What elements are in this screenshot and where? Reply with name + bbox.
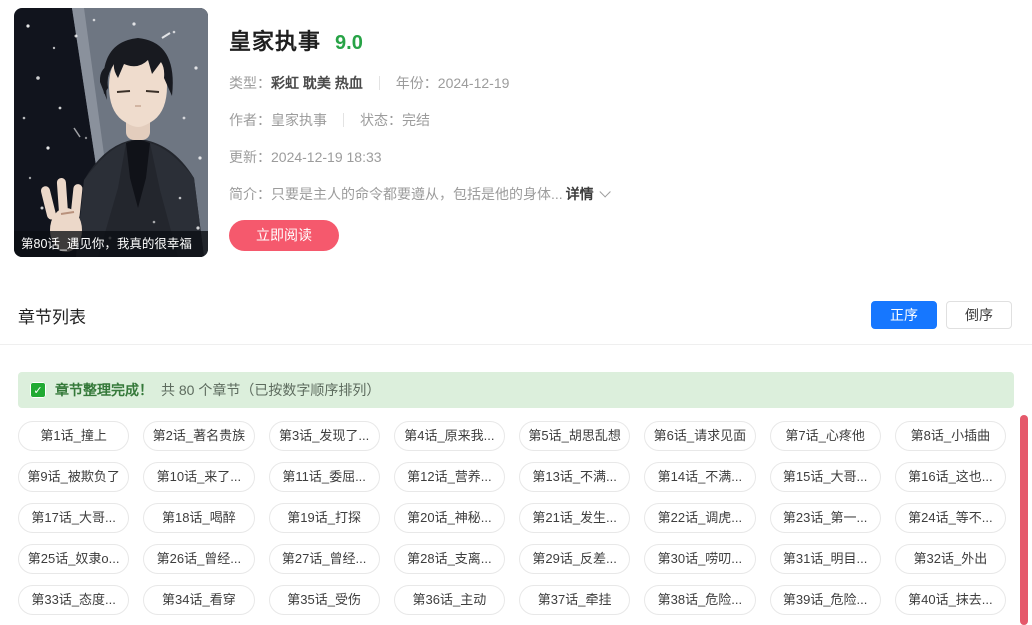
chapter-grid: 第1话_撞上 第2话_著名贵族 第3话_发现了... 第4话_原来我... 第5…	[18, 421, 1006, 615]
chapter-link[interactable]: 第21话_发生...	[519, 503, 630, 533]
meta-row-author-status: 作者： 皇家执事 状态： 完结	[229, 110, 607, 130]
chapter-link[interactable]: 第28话_支离...	[394, 544, 505, 574]
cover-art-illustration	[14, 8, 208, 257]
type-value[interactable]: 彩虹 耽美 热血	[271, 73, 363, 93]
chevron-down-icon[interactable]	[599, 186, 610, 197]
chapter-link[interactable]: 第3话_发现了...	[269, 421, 380, 451]
chapter-link[interactable]: 第14话_不满...	[644, 462, 755, 492]
chapter-link[interactable]: 第7话_心疼他	[770, 421, 881, 451]
chapter-link[interactable]: 第34话_看穿	[143, 585, 254, 615]
update-value: 2024-12-19 18:33	[271, 149, 382, 165]
chapter-link[interactable]: 第37话_牵挂	[519, 585, 630, 615]
sort-ascending-button[interactable]: 正序	[871, 301, 937, 329]
update-label: 更新：	[229, 147, 271, 167]
chapter-link[interactable]: 第8话_小插曲	[895, 421, 1006, 451]
chapter-link[interactable]: 第19话_打探	[269, 503, 380, 533]
intro-detail-link[interactable]: 详情	[566, 184, 594, 204]
sort-descending-button[interactable]: 倒序	[946, 301, 1012, 329]
chapter-link[interactable]: 第13话_不满...	[519, 462, 630, 492]
chapter-link[interactable]: 第26话_曾经...	[143, 544, 254, 574]
chapter-link[interactable]: 第25话_奴隶o...	[18, 544, 129, 574]
chapter-link[interactable]: 第31话_明目...	[770, 544, 881, 574]
book-detail-header: 第80话_遇见你，我真的很幸福 皇家执事 9.0 类型： 彩虹 耽美 热血 年份…	[0, 0, 1032, 257]
chapter-link[interactable]: 第27话_曾经...	[269, 544, 380, 574]
author-label: 作者：	[229, 110, 271, 130]
status-label: 状态：	[360, 110, 402, 130]
meta-row-type-year: 类型： 彩虹 耽美 热血 年份： 2024-12-19	[229, 73, 607, 93]
chapter-link[interactable]: 第17话_大哥...	[18, 503, 129, 533]
meta-separator	[379, 76, 380, 90]
chapter-link[interactable]: 第11话_委屈...	[269, 462, 380, 492]
chapter-link[interactable]: 第36话_主动	[394, 585, 505, 615]
check-icon: ✓	[30, 382, 46, 398]
type-label: 类型：	[229, 73, 271, 93]
chapter-link[interactable]: 第16话_这也...	[895, 462, 1006, 492]
intro-text: 只要是主人的命令都要遵从，包括是他的身体...	[271, 184, 563, 204]
sort-toggle-group: 正序 倒序	[871, 301, 1012, 329]
book-rating: 9.0	[335, 32, 363, 55]
chapter-list-title: 章节列表	[18, 303, 86, 328]
book-title: 皇家执事	[229, 24, 321, 56]
chapter-link[interactable]: 第10话_来了...	[143, 462, 254, 492]
chapter-link[interactable]: 第38话_危险...	[644, 585, 755, 615]
chapter-link[interactable]: 第6话_请求见面	[644, 421, 755, 451]
chapter-link[interactable]: 第4话_原来我...	[394, 421, 505, 451]
meta-row-update: 更新： 2024-12-19 18:33	[229, 147, 607, 167]
chapter-link[interactable]: 第2话_著名贵族	[143, 421, 254, 451]
chapter-link[interactable]: 第23话_第一...	[770, 503, 881, 533]
chapter-link[interactable]: 第15话_大哥...	[770, 462, 881, 492]
section-divider	[0, 344, 1032, 345]
chapter-link[interactable]: 第24话_等不...	[895, 503, 1006, 533]
chapters-sorted-alert: ✓ 章节整理完成！ 共 80 个章节（已按数字顺序排列）	[18, 372, 1014, 408]
cover-latest-chapter-caption: 第80话_遇见你，我真的很幸福	[14, 231, 208, 257]
status-value: 完结	[402, 110, 430, 130]
chapter-link[interactable]: 第5话_胡思乱想	[519, 421, 630, 451]
chapter-link[interactable]: 第33话_态度...	[18, 585, 129, 615]
chapter-link[interactable]: 第1话_撞上	[18, 421, 129, 451]
chapter-link[interactable]: 第9话_被欺负了	[18, 462, 129, 492]
chapter-link[interactable]: 第20话_神秘...	[394, 503, 505, 533]
book-cover[interactable]: 第80话_遇见你，我真的很幸福	[14, 8, 208, 257]
chapter-link[interactable]: 第18话_喝醉	[143, 503, 254, 533]
chapter-link[interactable]: 第22话_调虎...	[644, 503, 755, 533]
chapter-link[interactable]: 第32话_外出	[895, 544, 1006, 574]
intro-label: 简介：	[229, 184, 271, 204]
author-value: 皇家执事	[271, 110, 327, 130]
alert-bold-text: 章节整理完成！	[55, 380, 153, 400]
meta-row-intro: 简介： 只要是主人的命令都要遵从，包括是他的身体... 详情	[229, 184, 607, 204]
alert-detail-text: 共 80 个章节（已按数字顺序排列）	[161, 380, 380, 400]
year-label: 年份：	[396, 73, 438, 93]
scrollbar-thumb[interactable]	[1020, 415, 1028, 625]
meta-separator	[343, 113, 344, 127]
book-info: 皇家执事 9.0 类型： 彩虹 耽美 热血 年份： 2024-12-19 作者：…	[229, 8, 607, 257]
chapter-link[interactable]: 第29话_反差...	[519, 544, 630, 574]
chapter-link[interactable]: 第39话_危险...	[770, 585, 881, 615]
chapter-section-header: 章节列表 正序 倒序	[18, 301, 1012, 329]
chapter-link[interactable]: 第30话_唠叨...	[644, 544, 755, 574]
year-value: 2024-12-19	[438, 75, 510, 91]
chapter-link[interactable]: 第12话_营养...	[394, 462, 505, 492]
read-now-button[interactable]: 立即阅读	[229, 220, 339, 251]
chapter-link[interactable]: 第35话_受伤	[269, 585, 380, 615]
chapter-link[interactable]: 第40话_抹去...	[895, 585, 1006, 615]
